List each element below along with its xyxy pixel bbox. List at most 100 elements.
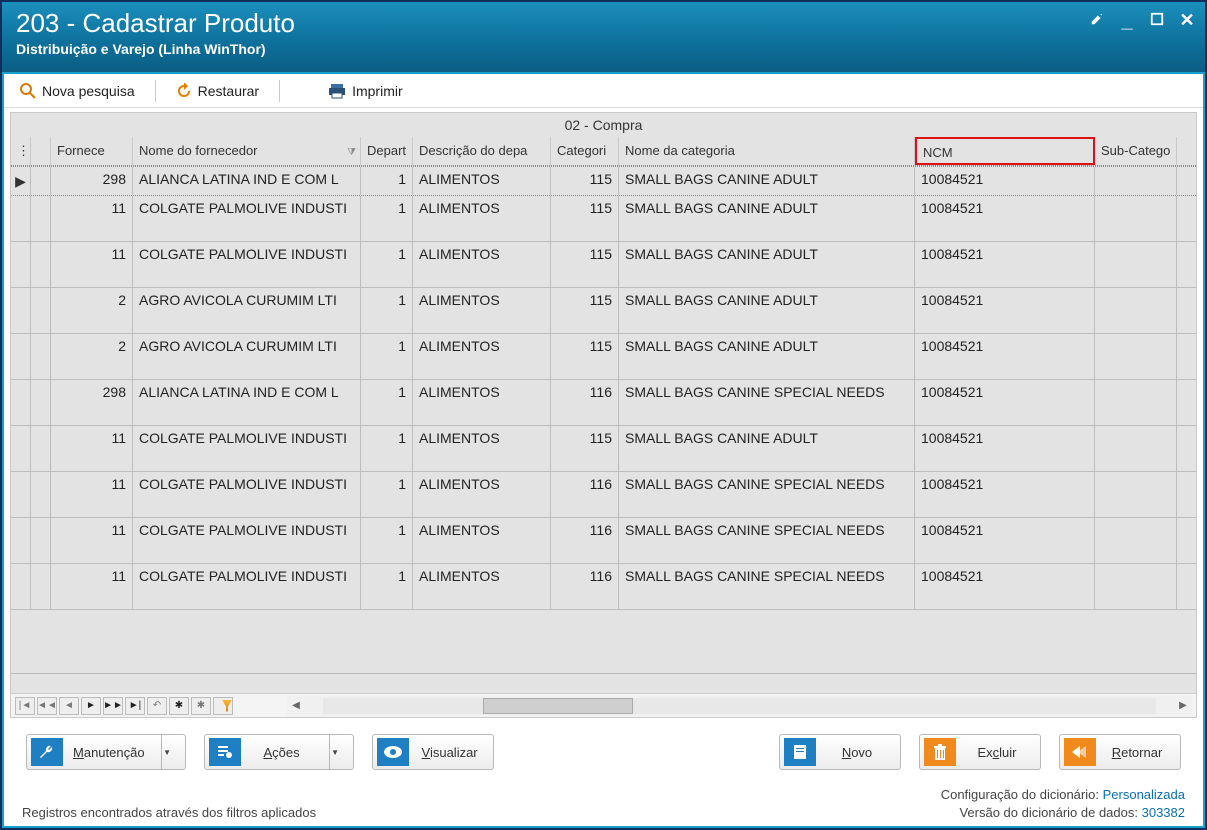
retornar-button[interactable]: Retornar (1059, 734, 1181, 770)
edit-icon[interactable] (1089, 12, 1105, 29)
table-row[interactable]: 11COLGATE PALMOLIVE INDUSTI1ALIMENTOS116… (11, 472, 1196, 518)
nav-bookmark[interactable]: ✱ (169, 697, 189, 715)
scroll-track[interactable] (323, 698, 1156, 714)
cell-departamento: 1 (361, 564, 413, 609)
new-search-button[interactable]: Nova pesquisa (12, 80, 143, 102)
print-button[interactable]: Imprimir (320, 80, 411, 102)
version-value-link[interactable]: 303382 (1142, 805, 1185, 820)
titlebar: 203 - Cadastrar Produto Distribuição e V… (2, 2, 1205, 72)
row-selector (31, 380, 51, 425)
maximize-icon[interactable] (1149, 12, 1165, 29)
cell-departamento: 1 (361, 167, 413, 195)
client-area: Nova pesquisa Restaurar Imprimir 02 - Co… (2, 72, 1205, 828)
nav-filter[interactable] (213, 697, 233, 715)
config-label: Configuração do dicionário: (941, 787, 1099, 802)
cell-ncm: 10084521 (915, 564, 1095, 609)
cell-fornecedor: 298 (51, 167, 133, 195)
back-icon (1064, 738, 1096, 766)
dropdown-icon[interactable]: ▼ (329, 735, 341, 769)
table-row[interactable]: 298ALIANCA LATINA IND E COM L1ALIMENTOS1… (11, 380, 1196, 426)
data-grid[interactable]: 02 - Compra ⋮⋮ Fornece Nome do fornecedo… (10, 112, 1197, 718)
list-gear-icon (209, 738, 241, 766)
cell-sub-categoria (1095, 564, 1177, 609)
horizontal-scrollbar[interactable]: ◀ ▶ (287, 696, 1192, 716)
restore-button[interactable]: Restaurar (168, 80, 267, 102)
col-sub-categoria[interactable]: Sub-Catego (1095, 137, 1177, 165)
nav-bookmark2[interactable]: ✱ (191, 697, 211, 715)
filter-row[interactable] (11, 673, 1196, 693)
cell-sub-categoria (1095, 472, 1177, 517)
status-bar: Registros encontrados através dos filtro… (4, 782, 1203, 826)
table-row[interactable]: 11COLGATE PALMOLIVE INDUSTI1ALIMENTOS115… (11, 196, 1196, 242)
cell-nome-fornecedor: ALIANCA LATINA IND E COM L (133, 380, 361, 425)
nav-prev-page[interactable]: ◄◄ (37, 697, 57, 715)
cell-nome-categoria: SMALL BAGS CANINE ADULT (619, 196, 915, 241)
scroll-left-icon[interactable]: ◀ (287, 698, 305, 714)
col-ncm[interactable]: NCM (915, 137, 1095, 165)
table-row[interactable]: 2AGRO AVICOLA CURUMIM LTI1ALIMENTOS115SM… (11, 288, 1196, 334)
col-nome-fornecedor[interactable]: Nome do fornecedor⧩ (133, 137, 361, 165)
acoes-button[interactable]: Ações ▼ (204, 734, 354, 770)
cell-categoria: 115 (551, 167, 619, 195)
restore-label: Restaurar (198, 83, 259, 99)
table-row[interactable]: ▶298ALIANCA LATINA IND E COM L1ALIMENTOS… (11, 166, 1196, 196)
col-departamento[interactable]: Depart (361, 137, 413, 165)
cell-sub-categoria (1095, 242, 1177, 287)
cell-nome-fornecedor: COLGATE PALMOLIVE INDUSTI (133, 196, 361, 241)
excluir-button[interactable]: Excluir (919, 734, 1041, 770)
cell-fornecedor: 11 (51, 196, 133, 241)
row-indicator (11, 380, 31, 425)
scroll-right-icon[interactable]: ▶ (1174, 698, 1192, 714)
config-value-link[interactable]: Personalizada (1103, 787, 1185, 802)
cell-sub-categoria (1095, 518, 1177, 563)
visualizar-button[interactable]: Visualizar (372, 734, 494, 770)
table-row[interactable]: 11COLGATE PALMOLIVE INDUSTI1ALIMENTOS116… (11, 564, 1196, 610)
col-fornecedor[interactable]: Fornece (51, 137, 133, 165)
filter-glyph-icon[interactable]: ⧩ (347, 143, 356, 163)
cell-nome-categoria: SMALL BAGS CANINE ADULT (619, 334, 915, 379)
scroll-thumb[interactable] (483, 698, 633, 714)
cell-nome-fornecedor: ALIANCA LATINA IND E COM L (133, 167, 361, 195)
cell-nome-fornecedor: COLGATE PALMOLIVE INDUSTI (133, 564, 361, 609)
close-icon[interactable]: ✕ (1179, 10, 1195, 31)
cell-departamento: 1 (361, 288, 413, 333)
row-indicator (11, 242, 31, 287)
col-indicator[interactable]: ⋮⋮ (11, 137, 31, 165)
nav-prev[interactable]: ◄ (59, 697, 79, 715)
dropdown-icon[interactable]: ▼ (161, 735, 173, 769)
cell-sub-categoria (1095, 334, 1177, 379)
table-row[interactable]: 2AGRO AVICOLA CURUMIM LTI1ALIMENTOS115SM… (11, 334, 1196, 380)
col-selector[interactable] (31, 137, 51, 165)
nav-last[interactable]: ►| (125, 697, 145, 715)
cell-ncm: 10084521 (915, 380, 1095, 425)
table-row[interactable]: 11COLGATE PALMOLIVE INDUSTI1ALIMENTOS116… (11, 518, 1196, 564)
nav-first[interactable]: |◄ (15, 697, 35, 715)
cell-sub-categoria (1095, 380, 1177, 425)
col-nome-categoria[interactable]: Nome da categoria (619, 137, 915, 165)
cell-nome-fornecedor: AGRO AVICOLA CURUMIM LTI (133, 288, 361, 333)
search-icon (20, 83, 36, 99)
grid-navigator: |◄ ◄◄ ◄ ► ►► ►| ↶ ✱ ✱ ◀ ▶ (11, 693, 1196, 717)
manutencao-button[interactable]: Manutenção ▼ (26, 734, 186, 770)
col-desc-departamento[interactable]: Descrição do depa (413, 137, 551, 165)
nav-refresh[interactable]: ↶ (147, 697, 167, 715)
cell-desc-departamento: ALIMENTOS (413, 242, 551, 287)
minimize-icon[interactable]: _ (1119, 16, 1135, 26)
table-row[interactable]: 11COLGATE PALMOLIVE INDUSTI1ALIMENTOS115… (11, 426, 1196, 472)
novo-button[interactable]: Novo (779, 734, 901, 770)
nav-next-page[interactable]: ►► (103, 697, 123, 715)
col-categoria[interactable]: Categori (551, 137, 619, 165)
row-indicator (11, 196, 31, 241)
cell-nome-categoria: SMALL BAGS CANINE SPECIAL NEEDS (619, 380, 915, 425)
row-selector (31, 288, 51, 333)
cell-nome-categoria: SMALL BAGS CANINE ADULT (619, 426, 915, 471)
cell-desc-departamento: ALIMENTOS (413, 518, 551, 563)
window-subtitle: Distribuição e Varejo (Linha WinThor) (16, 41, 1191, 57)
row-indicator (11, 564, 31, 609)
cell-desc-departamento: ALIMENTOS (413, 564, 551, 609)
row-selector (31, 518, 51, 563)
nav-next[interactable]: ► (81, 697, 101, 715)
table-row[interactable]: 11COLGATE PALMOLIVE INDUSTI1ALIMENTOS115… (11, 242, 1196, 288)
cell-categoria: 116 (551, 472, 619, 517)
grid-headers: ⋮⋮ Fornece Nome do fornecedor⧩ Depart De… (11, 137, 1196, 166)
